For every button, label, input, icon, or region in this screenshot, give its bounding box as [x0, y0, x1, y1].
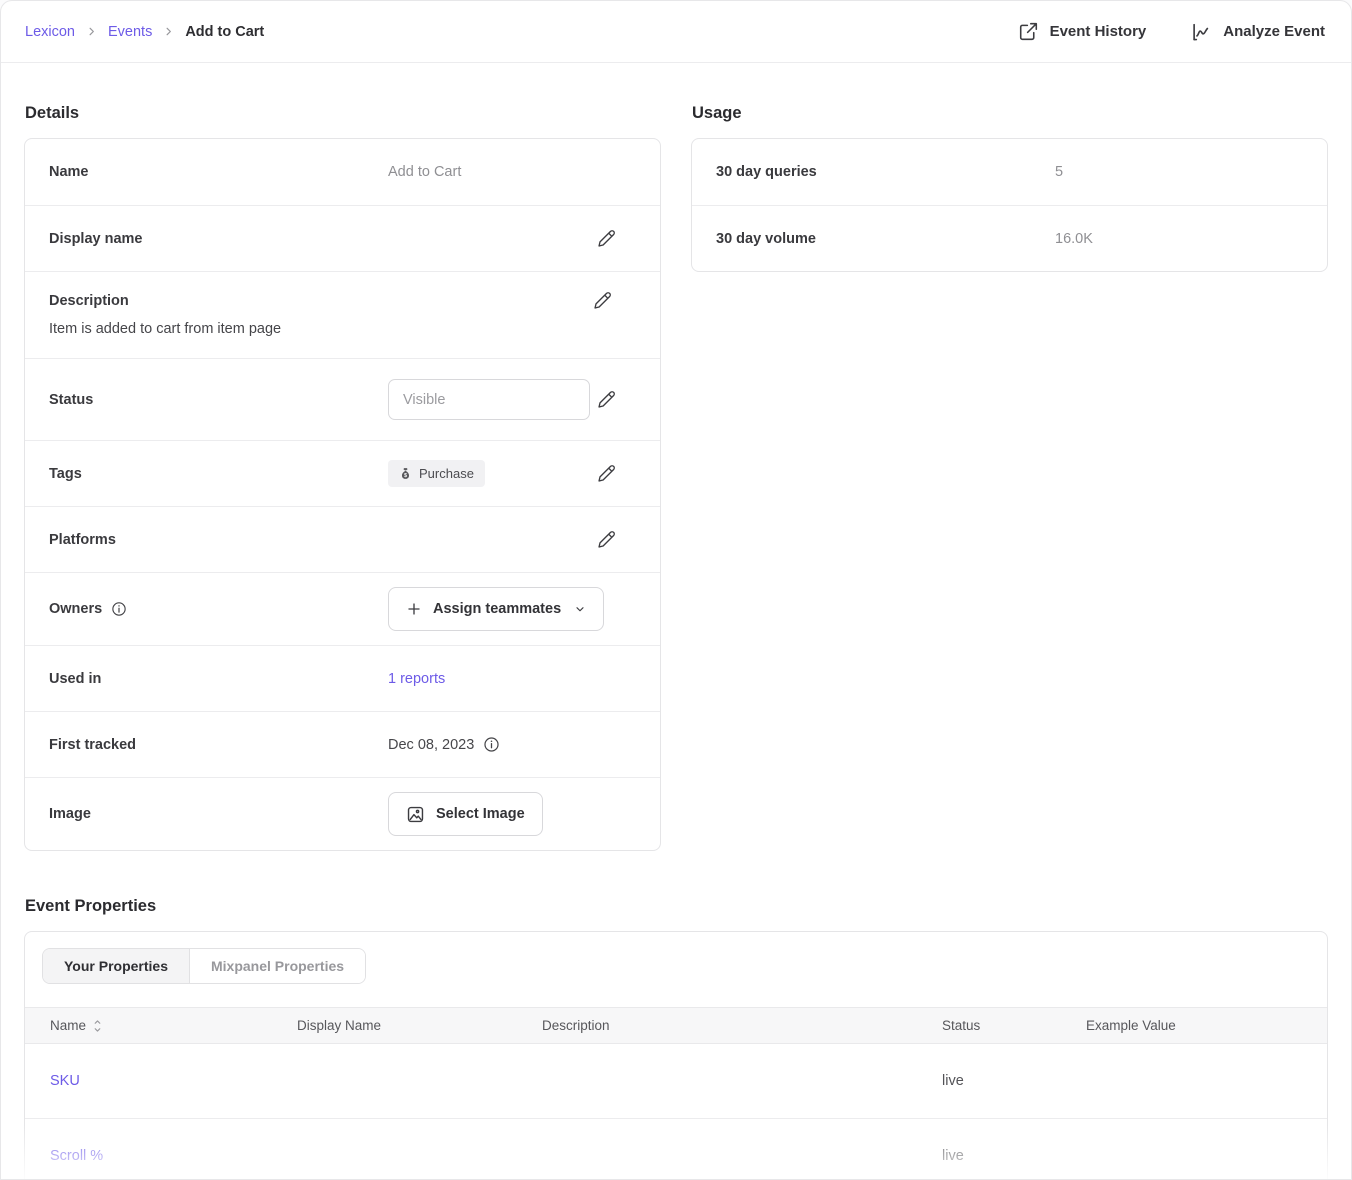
- column-header-description[interactable]: Description: [542, 1018, 942, 1033]
- display-name-label: Display name: [49, 231, 388, 247]
- edit-display-name-button[interactable]: [595, 227, 618, 250]
- edit-platforms-button[interactable]: [595, 528, 618, 551]
- property-status: live: [942, 1148, 1086, 1164]
- topbar-actions: Event History Analyze Event: [1018, 21, 1325, 43]
- detail-row-status: Status: [25, 358, 660, 440]
- edit-status-button[interactable]: [595, 388, 618, 411]
- plus-icon: [406, 601, 422, 617]
- first-tracked-label: First tracked: [49, 737, 388, 753]
- svg-text:$: $: [404, 473, 407, 479]
- event-properties-card: Your Properties Mixpanel Properties Name: [24, 931, 1328, 1180]
- detail-row-used-in: Used in 1 reports: [25, 645, 660, 711]
- breadcrumb: Lexicon Events Add to Cart: [25, 24, 264, 40]
- details-section: Details Name Add to Cart Display name: [24, 63, 661, 851]
- pencil-icon: [597, 530, 616, 549]
- first-tracked-value: Dec 08, 2023: [388, 737, 474, 753]
- detail-row-tags: Tags $ Purchase: [25, 440, 660, 506]
- tab-mixpanel-properties[interactable]: Mixpanel Properties: [189, 949, 365, 983]
- select-image-button[interactable]: Select Image: [388, 792, 543, 836]
- info-icon[interactable]: [483, 736, 500, 753]
- tag-label: Purchase: [419, 466, 474, 481]
- event-properties-title: Event Properties: [25, 897, 1328, 916]
- tags-label: Tags: [49, 466, 388, 482]
- properties-tabs: Your Properties Mixpanel Properties: [42, 948, 366, 984]
- volume-value: 16.0K: [1055, 231, 1303, 247]
- page-content: Details Name Add to Cart Display name: [1, 63, 1351, 1180]
- tag-chip-purchase[interactable]: $ Purchase: [388, 460, 485, 487]
- used-in-label: Used in: [49, 671, 388, 687]
- owners-label: Owners: [49, 601, 102, 617]
- pencil-icon: [597, 229, 616, 248]
- status-label: Status: [49, 392, 388, 408]
- column-header-example-value[interactable]: Example Value: [1086, 1018, 1302, 1033]
- queries-label: 30 day queries: [716, 164, 1055, 180]
- property-status: live: [942, 1073, 1086, 1089]
- column-header-name[interactable]: Name: [50, 1018, 297, 1033]
- queries-value: 5: [1055, 164, 1303, 180]
- usage-section: Usage 30 day queries 5 30 day volume 16.…: [691, 63, 1328, 272]
- detail-row-first-tracked: First tracked Dec 08, 2023: [25, 711, 660, 777]
- analyze-event-label: Analyze Event: [1223, 23, 1325, 40]
- usage-card: 30 day queries 5 30 day volume 16.0K: [691, 138, 1328, 272]
- name-label: Name: [49, 164, 388, 180]
- line-chart-icon: [1190, 21, 1212, 43]
- column-header-display-name[interactable]: Display Name: [297, 1018, 542, 1033]
- pencil-icon: [597, 464, 616, 483]
- pencil-icon: [593, 291, 612, 310]
- analyze-event-button[interactable]: Analyze Event: [1190, 21, 1325, 43]
- detail-row-image: Image Select Image: [25, 777, 660, 850]
- properties-table: Name Display Name Description Status Exa…: [25, 1007, 1327, 1180]
- description-label: Description: [49, 293, 388, 309]
- chevron-right-icon: [163, 26, 174, 37]
- lexicon-event-detail-page: Lexicon Events Add to Cart Event Histo: [0, 0, 1352, 1180]
- assign-teammates-button[interactable]: Assign teammates: [388, 587, 604, 631]
- property-link-scroll-pct[interactable]: Scroll %: [50, 1148, 297, 1164]
- status-input[interactable]: [388, 379, 590, 420]
- detail-row-owners: Owners Assign teammates: [25, 572, 660, 645]
- pencil-icon: [597, 390, 616, 409]
- image-icon: [406, 805, 425, 824]
- tab-your-properties[interactable]: Your Properties: [43, 949, 189, 983]
- table-row: Scroll % live: [25, 1118, 1327, 1180]
- details-card: Name Add to Cart Display name Descriptio…: [24, 138, 661, 851]
- description-value: Item is added to cart from item page: [49, 321, 636, 337]
- event-history-label: Event History: [1050, 23, 1147, 40]
- edit-description-button[interactable]: [591, 289, 614, 312]
- table-row: SKU live: [25, 1044, 1327, 1118]
- breadcrumb-events[interactable]: Events: [108, 24, 152, 40]
- platforms-label: Platforms: [49, 532, 388, 548]
- detail-row-name: Name Add to Cart: [25, 139, 660, 205]
- topbar: Lexicon Events Add to Cart Event Histo: [1, 1, 1351, 63]
- volume-label: 30 day volume: [716, 231, 1055, 247]
- assign-teammates-label: Assign teammates: [433, 601, 561, 617]
- breadcrumb-lexicon[interactable]: Lexicon: [25, 24, 75, 40]
- money-bag-icon: $: [399, 467, 412, 480]
- usage-title: Usage: [692, 104, 1328, 123]
- breadcrumb-current-event: Add to Cart: [185, 24, 264, 40]
- used-in-reports-link[interactable]: 1 reports: [388, 671, 445, 687]
- chevron-right-icon: [86, 26, 97, 37]
- detail-row-description: Description Item is added to cart from i…: [25, 271, 660, 358]
- select-image-label: Select Image: [436, 806, 525, 822]
- chevron-down-icon: [574, 603, 586, 615]
- external-link-icon: [1018, 21, 1039, 42]
- detail-row-platforms: Platforms: [25, 506, 660, 572]
- usage-row-volume: 30 day volume 16.0K: [692, 205, 1327, 271]
- info-icon[interactable]: [111, 601, 127, 617]
- properties-table-header: Name Display Name Description Status Exa…: [25, 1007, 1327, 1044]
- property-link-sku[interactable]: SKU: [50, 1073, 297, 1089]
- event-history-button[interactable]: Event History: [1018, 21, 1147, 42]
- image-label: Image: [49, 806, 388, 822]
- event-properties-section: Event Properties Your Properties Mixpane…: [24, 897, 1328, 1180]
- sort-icon[interactable]: [92, 1019, 103, 1033]
- edit-tags-button[interactable]: [595, 462, 618, 485]
- name-value: Add to Cart: [388, 164, 636, 180]
- usage-row-queries: 30 day queries 5: [692, 139, 1327, 205]
- details-title: Details: [25, 104, 661, 123]
- column-header-status[interactable]: Status: [942, 1018, 1086, 1033]
- detail-row-display-name: Display name: [25, 205, 660, 271]
